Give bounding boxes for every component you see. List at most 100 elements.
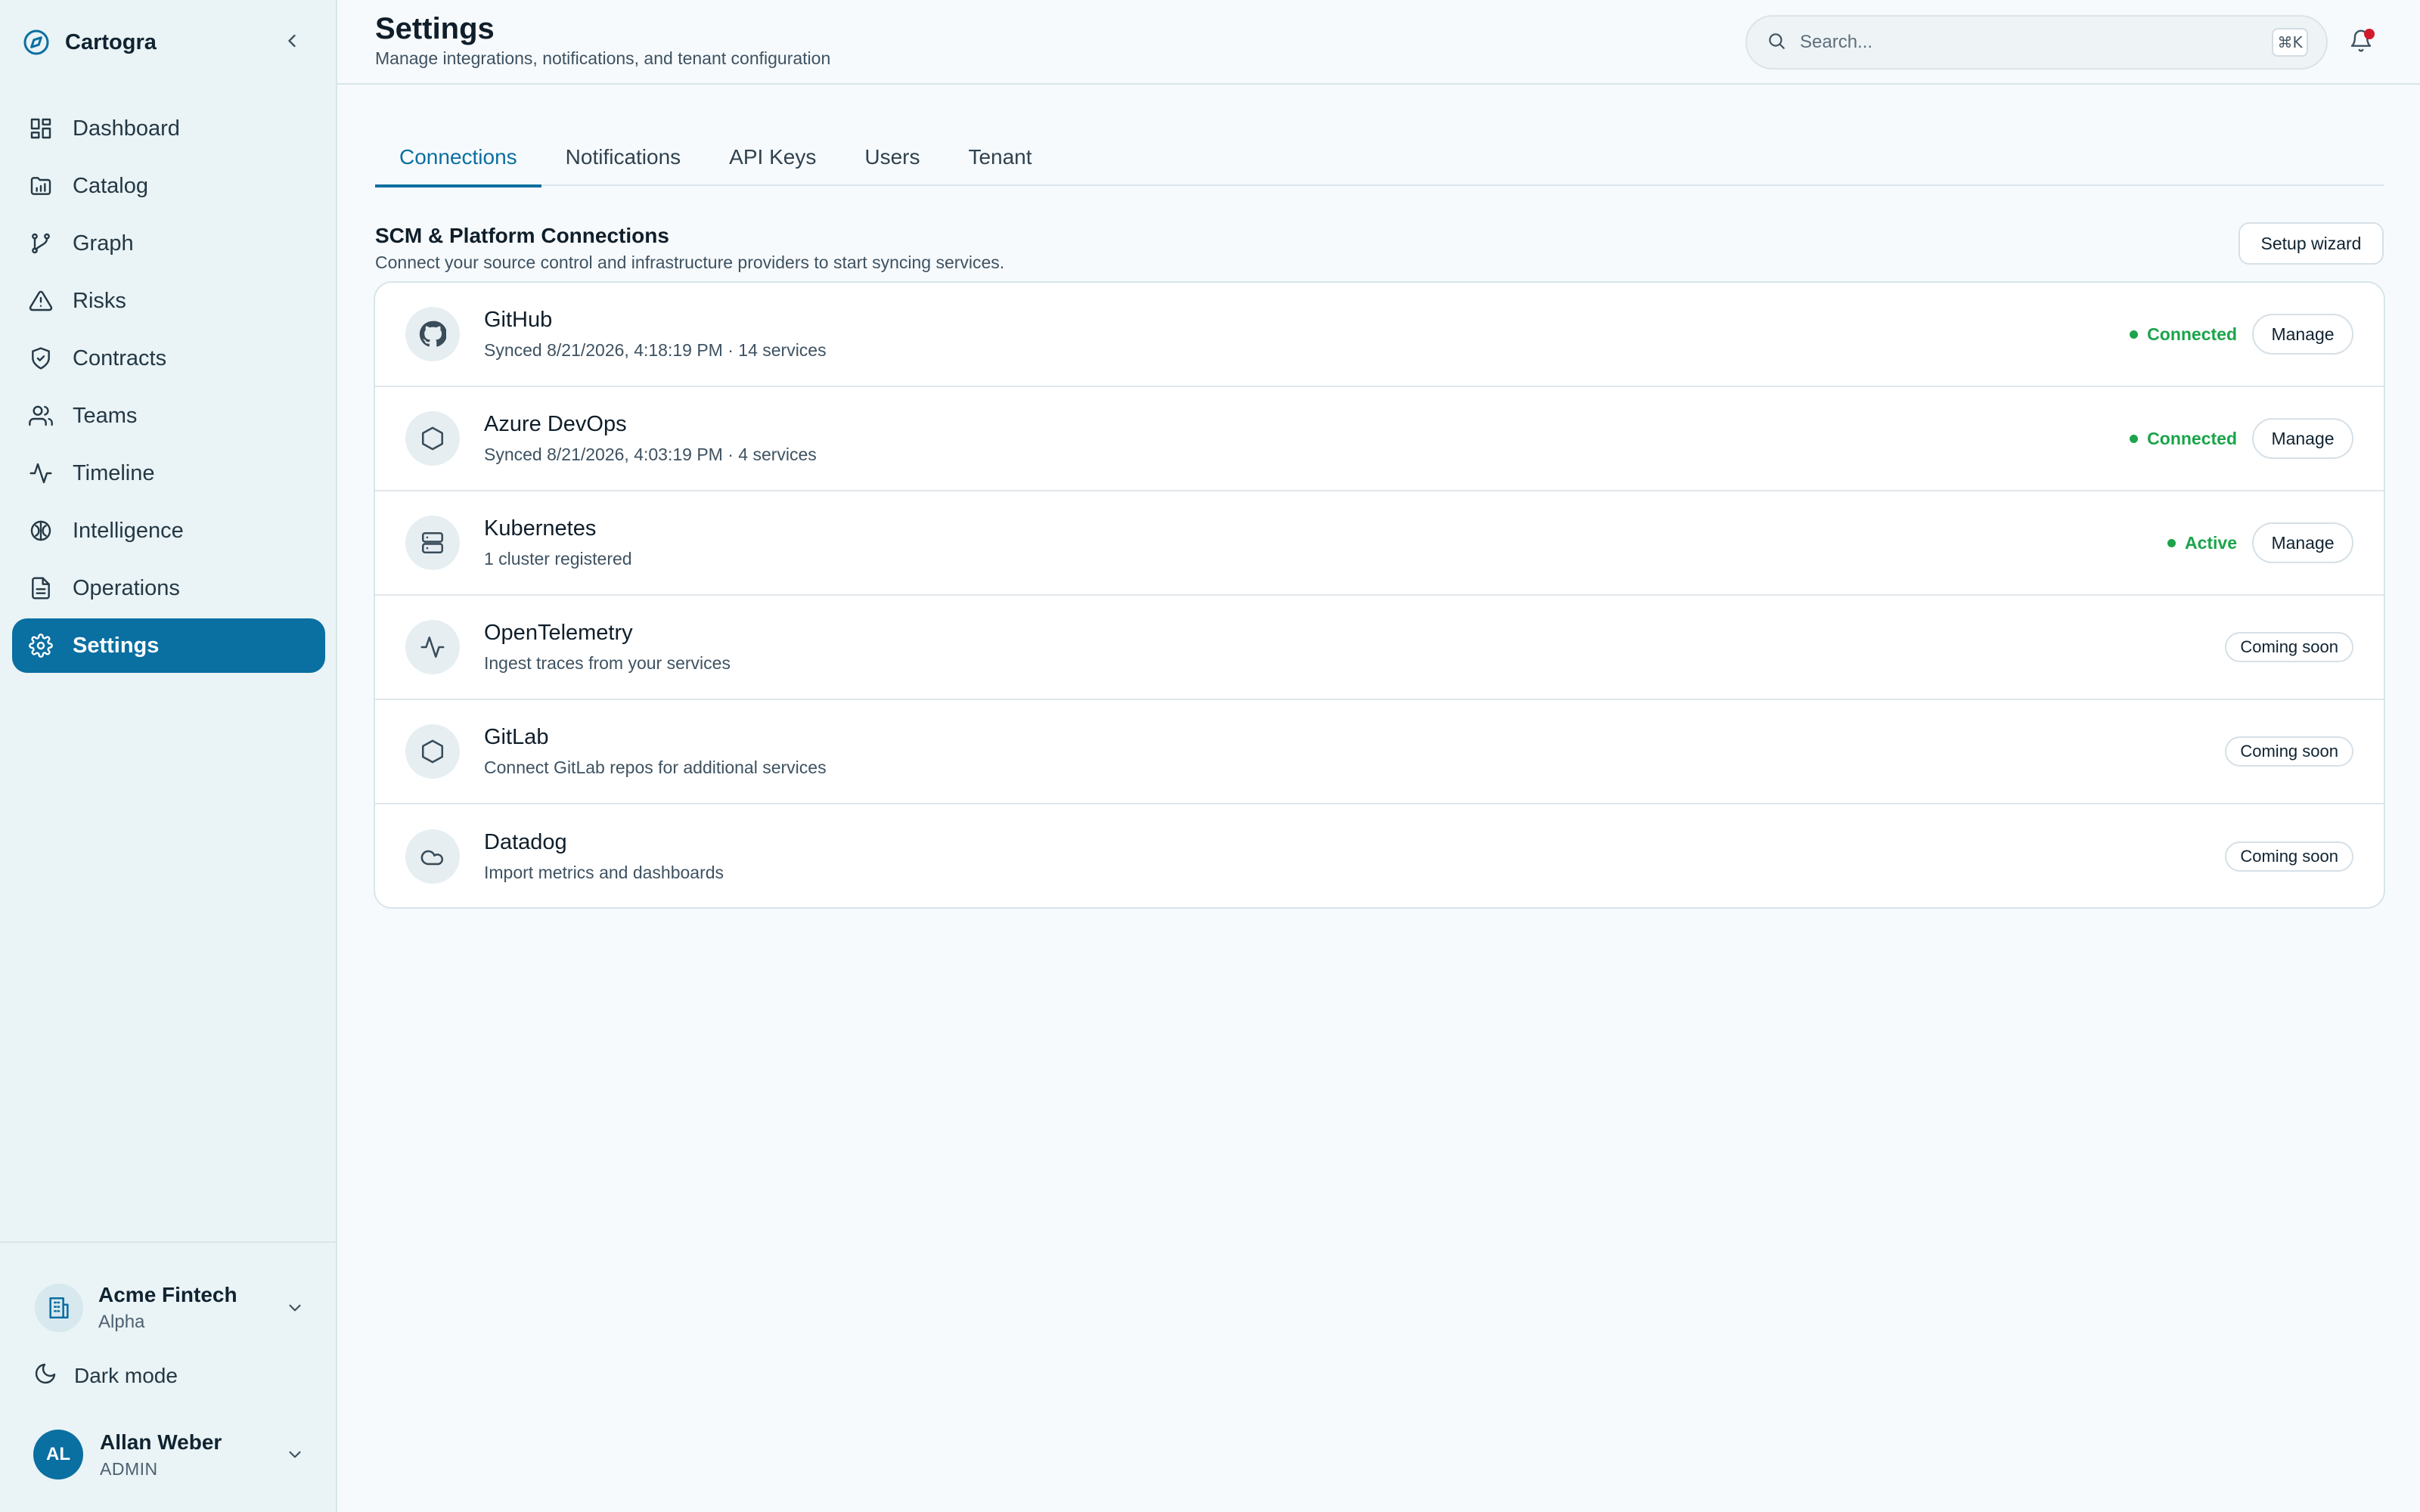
connection-info: Kubernetes 1 cluster registered bbox=[484, 516, 2167, 569]
user-role: ADMIN bbox=[100, 1458, 158, 1479]
status-dot bbox=[2130, 330, 2139, 339]
sidebar-item-teams[interactable]: Teams bbox=[12, 389, 325, 443]
tab-tenant[interactable]: Tenant bbox=[944, 129, 1056, 186]
notifications-button[interactable] bbox=[2344, 26, 2378, 59]
sidebar-item-intelligence[interactable]: Intelligence bbox=[12, 503, 325, 558]
sidebar-item-label: Teams bbox=[73, 403, 138, 428]
section-title: SCM & Platform Connections bbox=[375, 224, 669, 247]
tenant-name: Acme Fintech bbox=[98, 1283, 237, 1306]
graph-icon bbox=[27, 230, 54, 257]
connection-row-kubernetes: Kubernetes 1 cluster registered Active M… bbox=[375, 491, 2384, 596]
connection-description: Ingest traces from your services bbox=[484, 653, 731, 673]
user-menu[interactable]: AL Allan Weber ADMIN bbox=[33, 1424, 307, 1485]
manage-button[interactable]: Manage bbox=[2252, 418, 2353, 459]
brain-icon bbox=[27, 517, 54, 544]
connection-description: Synced 8/21/2026, 4:18:19 PM · 14 servic… bbox=[484, 340, 827, 360]
connection-info: GitHub Synced 8/21/2026, 4:18:19 PM · 14… bbox=[484, 308, 2130, 361]
search-shortcut-badge: ⌘K bbox=[2272, 28, 2308, 57]
connection-name: Datadog bbox=[484, 830, 567, 854]
connection-info: GitLab Connect GitLab repos for addition… bbox=[484, 725, 2225, 778]
building-icon bbox=[35, 1284, 83, 1332]
sidebar-item-timeline[interactable]: Timeline bbox=[12, 446, 325, 500]
github-icon bbox=[405, 307, 460, 361]
connection-info: Azure DevOps Synced 8/21/2026, 4:03:19 P… bbox=[484, 412, 2130, 465]
section-subtitle: Connect your source control and infrastr… bbox=[375, 253, 1005, 272]
cloud-icon bbox=[405, 829, 460, 884]
tenant-environment: Alpha bbox=[98, 1312, 145, 1332]
connection-description: 1 cluster registered bbox=[484, 549, 632, 569]
hexagon-icon bbox=[405, 724, 460, 779]
tab-api-keys[interactable]: API Keys bbox=[705, 129, 840, 186]
sidebar-item-label: Operations bbox=[73, 575, 180, 600]
search-icon bbox=[1767, 31, 1786, 54]
sidebar-item-contracts[interactable]: Contracts bbox=[12, 331, 325, 386]
sidebar-item-label: Risks bbox=[73, 288, 126, 313]
manage-button[interactable]: Manage bbox=[2252, 522, 2353, 563]
status-label: Connected bbox=[2147, 324, 2237, 344]
status-badge: Connected bbox=[2130, 429, 2237, 449]
brand-name: Cartogra bbox=[65, 29, 157, 54]
chevron-down-icon bbox=[283, 1442, 307, 1467]
manage-button[interactable]: Manage bbox=[2252, 314, 2353, 355]
hexagon-icon bbox=[405, 411, 460, 466]
folder-icon bbox=[27, 172, 54, 200]
sidebar-item-graph[interactable]: Graph bbox=[12, 216, 325, 271]
user-name: Allan Weber bbox=[100, 1430, 222, 1454]
users-icon bbox=[27, 402, 54, 429]
status-label: Connected bbox=[2147, 428, 2237, 448]
connection-description: Connect GitLab repos for additional serv… bbox=[484, 758, 827, 777]
sidebar-item-risks[interactable]: Risks bbox=[12, 274, 325, 328]
server-icon bbox=[405, 516, 460, 570]
dashboard-icon bbox=[27, 115, 54, 142]
tab-users[interactable]: Users bbox=[840, 129, 944, 186]
connection-row-azure-devops: Azure DevOps Synced 8/21/2026, 4:03:19 P… bbox=[375, 387, 2384, 491]
sidebar-item-label: Graph bbox=[73, 231, 134, 256]
connection-name: Kubernetes bbox=[484, 516, 597, 541]
status-dot bbox=[2130, 434, 2139, 443]
collapse-sidebar-button[interactable] bbox=[277, 27, 307, 57]
sidebar-item-label: Catalog bbox=[73, 173, 148, 198]
warning-icon bbox=[27, 287, 54, 314]
avatar: AL bbox=[33, 1430, 83, 1479]
activity-icon bbox=[405, 620, 460, 674]
compass-icon bbox=[23, 29, 50, 56]
sidebar: Cartogra Dashboard Catalog Graph Risks C… bbox=[0, 0, 337, 1512]
sidebar-item-settings[interactable]: Settings bbox=[12, 618, 325, 673]
shield-icon bbox=[27, 345, 54, 372]
gear-icon bbox=[27, 632, 54, 659]
tab-notifications[interactable]: Notifications bbox=[541, 129, 706, 186]
tenant-info: Acme Fintech Alpha bbox=[98, 1283, 283, 1333]
dark-mode-toggle[interactable]: Dark mode bbox=[33, 1358, 178, 1394]
brand[interactable]: Cartogra bbox=[23, 26, 157, 59]
tenant-switcher[interactable]: Acme Fintech Alpha bbox=[35, 1278, 307, 1338]
connection-description: Import metrics and dashboards bbox=[484, 863, 724, 882]
settings-tabs: Connections Notifications API Keys Users… bbox=[375, 129, 2384, 187]
sidebar-item-operations[interactable]: Operations bbox=[12, 561, 325, 615]
connection-name: GitHub bbox=[484, 308, 553, 332]
sidebar-item-dashboard[interactable]: Dashboard bbox=[12, 101, 325, 156]
dark-mode-label: Dark mode bbox=[74, 1364, 178, 1387]
document-icon bbox=[27, 575, 54, 602]
sidebar-nav: Dashboard Catalog Graph Risks Contracts bbox=[12, 101, 325, 676]
status-dot bbox=[2167, 538, 2176, 547]
activity-icon bbox=[27, 460, 54, 487]
search-input[interactable] bbox=[1800, 32, 2272, 53]
connection-description: Synced 8/21/2026, 4:03:19 PM · 4 service… bbox=[484, 445, 817, 464]
connection-info: Datadog Import metrics and dashboards bbox=[484, 830, 2225, 883]
sidebar-item-catalog[interactable]: Catalog bbox=[12, 159, 325, 213]
chevron-left-icon bbox=[281, 30, 302, 55]
sidebar-item-label: Contracts bbox=[73, 345, 167, 370]
connection-info: OpenTelemetry Ingest traces from your se… bbox=[484, 621, 2225, 674]
status-label: Active bbox=[2184, 532, 2237, 553]
coming-soon-badge: Coming soon bbox=[2225, 736, 2353, 767]
setup-wizard-button[interactable]: Setup wizard bbox=[2238, 222, 2384, 265]
tab-connections[interactable]: Connections bbox=[375, 129, 541, 187]
connections-list: GitHub Synced 8/21/2026, 4:18:19 PM · 14… bbox=[374, 281, 2385, 909]
connection-row-gitlab: GitLab Connect GitLab repos for addition… bbox=[375, 700, 2384, 804]
connection-row-github: GitHub Synced 8/21/2026, 4:18:19 PM · 14… bbox=[375, 283, 2384, 387]
top-header: Settings Manage integrations, notificati… bbox=[337, 0, 2420, 85]
page-subtitle: Manage integrations, notifications, and … bbox=[375, 48, 831, 68]
sidebar-item-label: Dashboard bbox=[73, 116, 180, 141]
moon-icon bbox=[33, 1362, 57, 1391]
sidebar-item-label: Timeline bbox=[73, 460, 155, 485]
